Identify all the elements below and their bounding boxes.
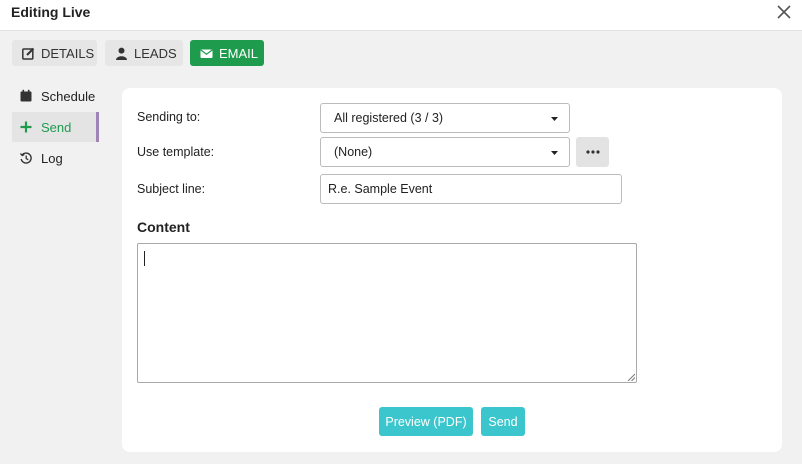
tab-email[interactable]: EMAIL: [190, 40, 264, 66]
tab-label: LEADS: [134, 45, 177, 61]
nav-item-label: Send: [41, 119, 72, 135]
preview-pdf-button[interactable]: Preview (PDF): [379, 407, 473, 436]
subject-value: R.e. Sample Event: [328, 182, 433, 196]
side-nav: Schedule Send Log: [12, 81, 99, 174]
content-textarea[interactable]: [137, 243, 637, 383]
nav-item-log[interactable]: Log: [12, 143, 99, 173]
sending-to-label: Sending to:: [137, 110, 201, 124]
tab-label: DETAILS: [41, 45, 95, 61]
subject-input[interactable]: R.e. Sample Event: [320, 174, 622, 204]
dialog-header: Editing Live: [0, 0, 802, 31]
plus-icon: [19, 120, 33, 134]
tab-leads[interactable]: LEADS: [105, 40, 183, 66]
nav-item-schedule[interactable]: Schedule: [12, 81, 99, 111]
template-options-button[interactable]: [576, 137, 609, 167]
tab-details[interactable]: DETAILS: [12, 40, 97, 66]
user-icon: [115, 47, 128, 60]
caret-down-icon: [551, 117, 558, 121]
sending-to-value: All registered (3 / 3): [334, 111, 444, 125]
close-icon[interactable]: [776, 4, 792, 20]
envelope-icon: [200, 47, 213, 60]
nav-item-send[interactable]: Send: [12, 112, 99, 142]
caret-down-icon: [551, 151, 558, 155]
dialog-title: Editing Live: [11, 4, 91, 20]
text-cursor: [144, 251, 145, 266]
history-icon: [19, 151, 33, 165]
edit-icon: [22, 47, 35, 60]
template-select[interactable]: (None): [320, 137, 570, 167]
calendar-icon: [19, 89, 33, 103]
sending-to-select[interactable]: All registered (3 / 3): [320, 103, 570, 133]
template-value: (None): [334, 145, 373, 159]
ellipsis-icon: [585, 150, 600, 154]
template-label: Use template:: [137, 145, 215, 159]
send-button[interactable]: Send: [481, 407, 525, 436]
content-heading: Content: [137, 219, 190, 235]
subject-label: Subject line:: [137, 182, 206, 196]
tab-label: EMAIL: [219, 45, 259, 61]
nav-item-label: Schedule: [41, 88, 96, 104]
email-send-panel: Sending to: All registered (3 / 3) Use t…: [122, 88, 782, 452]
resize-grip-icon[interactable]: [627, 373, 635, 381]
nav-item-label: Log: [41, 150, 63, 166]
